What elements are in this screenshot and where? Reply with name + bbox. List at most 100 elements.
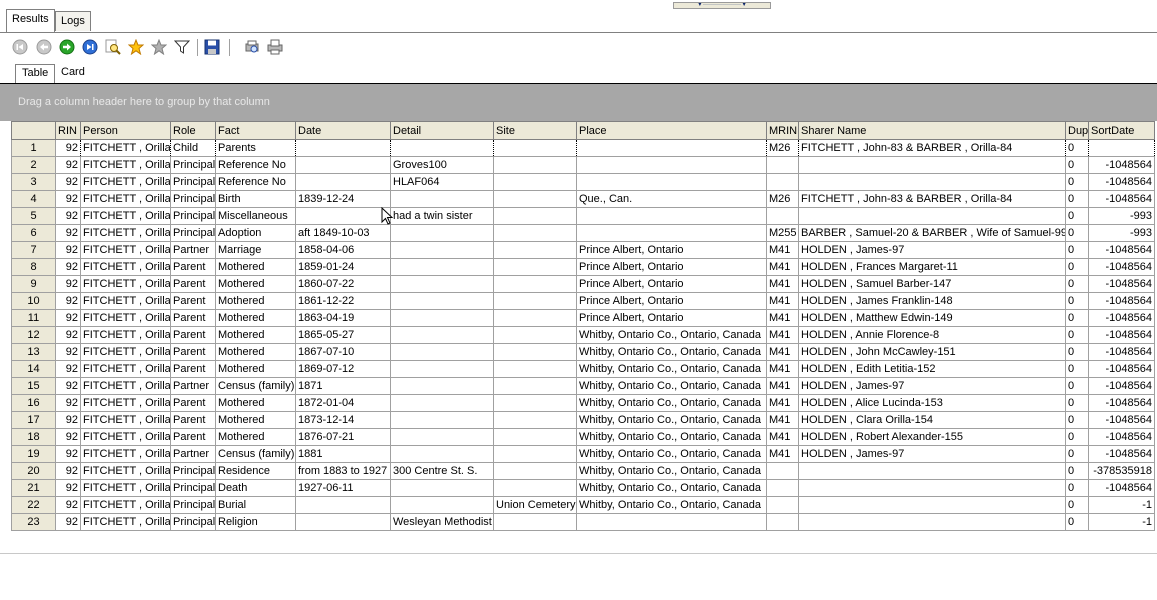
cell-fact[interactable]: Mothered <box>215 360 296 378</box>
cell-sharer-name[interactable]: HOLDEN , Annie Florence-8 <box>798 326 1066 344</box>
cell-dup[interactable]: 0 <box>1065 326 1089 344</box>
row-number[interactable]: 1 <box>11 139 56 157</box>
cell-sharer-name[interactable]: HOLDEN , John McCawley-151 <box>798 343 1066 361</box>
cell-site[interactable] <box>493 513 577 531</box>
column-header-mrin[interactable]: MRIN <box>766 121 799 140</box>
cell-fact[interactable]: Reference No <box>215 173 296 191</box>
row-number[interactable]: 15 <box>11 377 56 395</box>
cell-rin[interactable]: 92 <box>55 292 81 310</box>
cell-site[interactable] <box>493 275 577 293</box>
cell-dup[interactable]: 0 <box>1065 496 1089 514</box>
cell-detail[interactable] <box>390 139 494 157</box>
cell-sharer-name[interactable]: FITCHETT , John-83 & BARBER , Orilla-84 <box>798 190 1066 208</box>
cell-place[interactable] <box>576 513 767 531</box>
cell-place[interactable]: Whitby, Ontario Co., Ontario, Canada <box>576 462 767 480</box>
cell-sharer-name[interactable]: HOLDEN , James-97 <box>798 377 1066 395</box>
cell-role[interactable]: Parent <box>170 326 216 344</box>
table-row[interactable]: 5 92 FITCHETT , Orilla Principal Miscellaneo… <box>11 207 1155 225</box>
cell-date[interactable]: 1871 <box>295 377 391 395</box>
cell-rin[interactable]: 92 <box>55 394 81 412</box>
cell-sharer-name[interactable] <box>798 496 1066 514</box>
cell-role[interactable]: Partner <box>170 241 216 259</box>
cell-person[interactable]: FITCHETT , Orilla <box>80 479 171 497</box>
row-number[interactable]: 16 <box>11 394 56 412</box>
cell-site[interactable] <box>493 411 577 429</box>
cell-person[interactable]: FITCHETT , Orilla <box>80 292 171 310</box>
cell-place[interactable]: Prince Albert, Ontario <box>576 241 767 259</box>
cell-sharer-name[interactable]: BARBER , Samuel-20 & BARBER , Wife of Sa… <box>798 224 1066 242</box>
table-row[interactable]: 23 92 FITCHETT , Orilla Principal Religion We… <box>11 513 1155 531</box>
table-row[interactable]: 10 92 FITCHETT , Orilla Parent Mothered 1861-… <box>11 292 1155 310</box>
cell-date[interactable]: 1876-07-21 <box>295 428 391 446</box>
cell-role[interactable]: Parent <box>170 411 216 429</box>
cell-role[interactable]: Parent <box>170 428 216 446</box>
cell-place[interactable]: Whitby, Ontario Co., Ontario, Canada <box>576 496 767 514</box>
cell-role[interactable]: Parent <box>170 258 216 276</box>
cell-role[interactable]: Principal <box>170 156 216 174</box>
table-row[interactable]: 3 92 FITCHETT , Orilla Principal Reference N… <box>11 173 1155 191</box>
cell-person[interactable]: FITCHETT , Orilla <box>80 394 171 412</box>
cell-place[interactable]: Whitby, Ontario Co., Ontario, Canada <box>576 428 767 446</box>
cell-fact[interactable]: Mothered <box>215 428 296 446</box>
cell-person[interactable]: FITCHETT , Orilla <box>80 207 171 225</box>
table-row[interactable]: 9 92 FITCHETT , Orilla Parent Mothered 1860-0… <box>11 275 1155 293</box>
cell-date[interactable]: 1867-07-10 <box>295 343 391 361</box>
cell-site[interactable] <box>493 309 577 327</box>
cell-date[interactable] <box>295 496 391 514</box>
row-number[interactable]: 23 <box>11 513 56 531</box>
cell-sharer-name[interactable]: HOLDEN , Matthew Edwin-149 <box>798 309 1066 327</box>
cell-place[interactable]: Whitby, Ontario Co., Ontario, Canada <box>576 411 767 429</box>
cell-site[interactable] <box>493 224 577 242</box>
cell-place[interactable]: Whitby, Ontario Co., Ontario, Canada <box>576 479 767 497</box>
cell-site[interactable] <box>493 139 577 157</box>
cell-site[interactable] <box>493 462 577 480</box>
cell-role[interactable]: Principal <box>170 173 216 191</box>
cell-site[interactable] <box>493 428 577 446</box>
cell-mrin[interactable]: M41 <box>766 241 799 259</box>
cell-rin[interactable]: 92 <box>55 360 81 378</box>
cell-site[interactable] <box>493 190 577 208</box>
cell-place[interactable]: Prince Albert, Ontario <box>576 258 767 276</box>
forward-icon[interactable] <box>58 38 76 56</box>
cell-fact[interactable]: Mothered <box>215 343 296 361</box>
cell-person[interactable]: FITCHETT , Orilla <box>80 309 171 327</box>
cell-role[interactable]: Principal <box>170 190 216 208</box>
bookmarks-icon[interactable] <box>150 38 168 56</box>
cell-mrin[interactable]: M41 <box>766 343 799 361</box>
cell-mrin[interactable]: M41 <box>766 394 799 412</box>
cell-fact[interactable]: Adoption <box>215 224 296 242</box>
cell-mrin[interactable]: M26 <box>766 139 799 157</box>
column-header-date[interactable]: Date <box>295 121 391 140</box>
cell-role[interactable]: Principal <box>170 207 216 225</box>
cell-place[interactable] <box>576 207 767 225</box>
cell-detail[interactable] <box>390 394 494 412</box>
cell-role[interactable]: Principal <box>170 513 216 531</box>
cell-site[interactable] <box>493 445 577 463</box>
row-number[interactable]: 6 <box>11 224 56 242</box>
cell-detail[interactable] <box>390 360 494 378</box>
cell-date[interactable] <box>295 139 391 157</box>
cell-person[interactable]: FITCHETT , Orilla <box>80 258 171 276</box>
cell-role[interactable]: Principal <box>170 224 216 242</box>
table-row[interactable]: 7 92 FITCHETT , Orilla Partner Marriage 1858-… <box>11 241 1155 259</box>
table-row[interactable]: 22 92 FITCHETT , Orilla Principal Burial Unio… <box>11 496 1155 514</box>
row-number[interactable]: 10 <box>11 292 56 310</box>
cell-fact[interactable]: Death <box>215 479 296 497</box>
cell-person[interactable]: FITCHETT , Orilla <box>80 445 171 463</box>
cell-fact[interactable]: Burial <box>215 496 296 514</box>
cell-fact[interactable]: Mothered <box>215 275 296 293</box>
tab-card[interactable]: Card <box>55 64 91 83</box>
cell-role[interactable]: Principal <box>170 479 216 497</box>
row-number[interactable]: 19 <box>11 445 56 463</box>
cell-dup[interactable]: 0 <box>1065 173 1089 191</box>
cell-person[interactable]: FITCHETT , Orilla <box>80 428 171 446</box>
cell-site[interactable] <box>493 258 577 276</box>
cell-dup[interactable]: 0 <box>1065 190 1089 208</box>
first-record-icon[interactable] <box>11 38 29 56</box>
cell-date[interactable]: 1873-12-14 <box>295 411 391 429</box>
cell-role[interactable]: Partner <box>170 377 216 395</box>
row-number[interactable]: 12 <box>11 326 56 344</box>
row-number[interactable]: 3 <box>11 173 56 191</box>
cell-site[interactable]: Union Cemetery <box>493 496 577 514</box>
cell-sharer-name[interactable]: HOLDEN , Robert Alexander-155 <box>798 428 1066 446</box>
